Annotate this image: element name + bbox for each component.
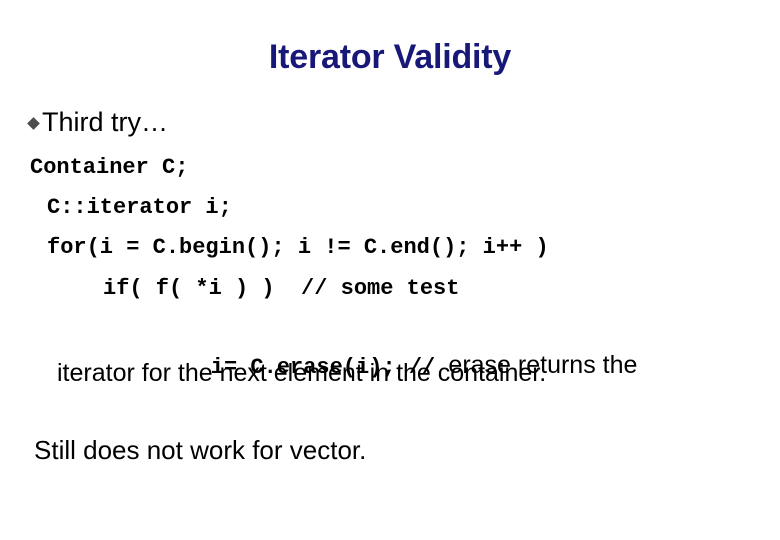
comment-continuation-line: iterator for the next element in the con… (57, 359, 547, 387)
closing-note: Still does not work for vector. (34, 435, 367, 465)
bullet-list-item: Third try… (27, 106, 169, 138)
page-title: Iterator Validity (268, 38, 512, 76)
slide-canvas: Iterator Validity Third try… Container C… (0, 0, 780, 540)
code-line-declaration-container: Container C; (30, 155, 189, 180)
diamond-bullet-icon (27, 116, 40, 130)
bullet-item-label: Third try… (42, 107, 169, 137)
code-line-declaration-iterator: C::iterator i; (47, 195, 232, 220)
code-line-for-loop: for(i = C.begin(); i != C.end(); i++ ) (47, 235, 549, 260)
code-line-if-test: if( f( *i ) ) // some test (103, 276, 460, 301)
